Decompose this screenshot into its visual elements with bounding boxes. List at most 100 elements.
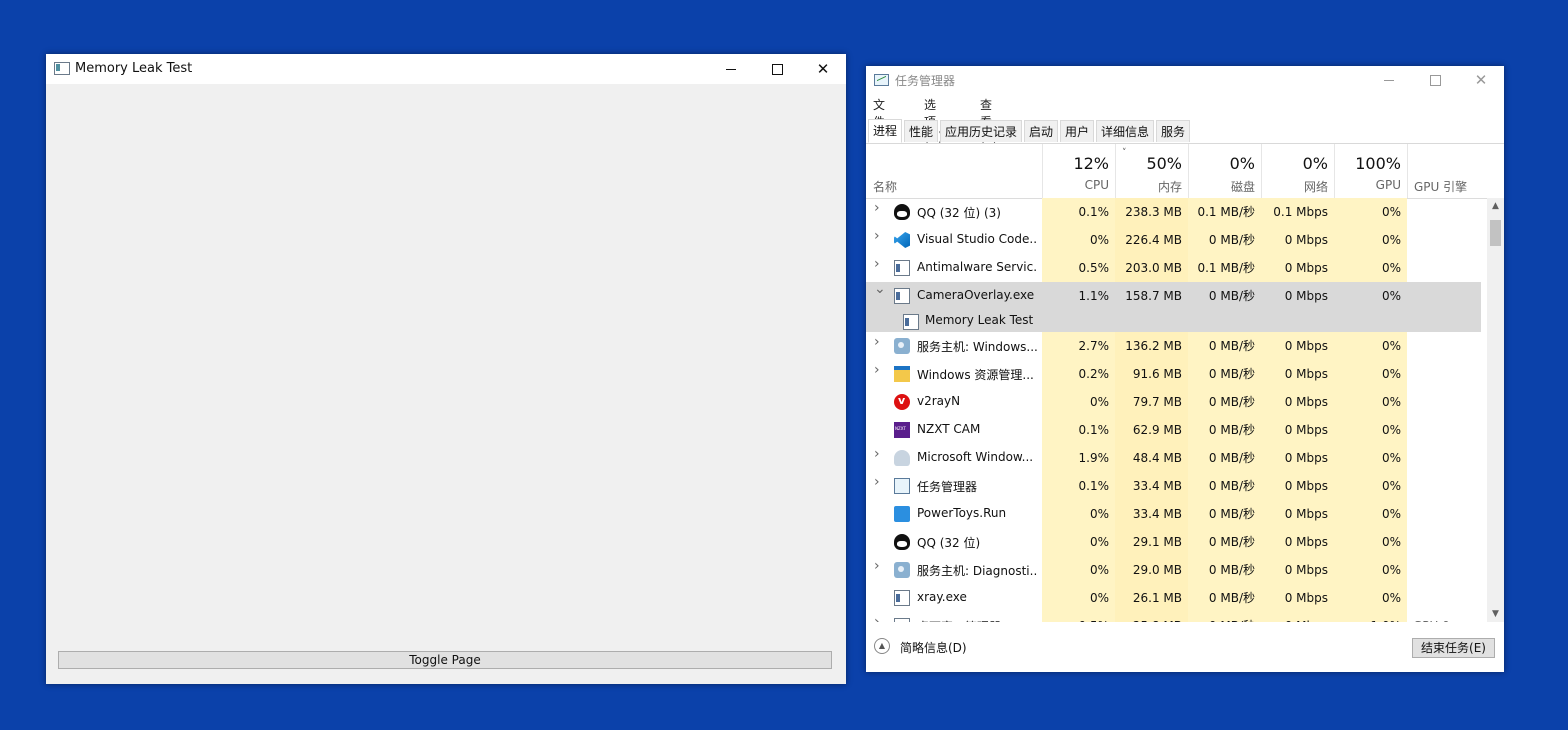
vertical-scrollbar[interactable]: ▲ ▼	[1487, 198, 1504, 622]
cell-disk: 0 MB/秒	[1188, 332, 1261, 360]
chevron-right-icon[interactable]: ›	[874, 257, 880, 271]
cell-disk: 0 MB/秒	[1188, 444, 1261, 472]
chevron-right-icon[interactable]: ›	[874, 229, 880, 243]
cell-mem: 136.2 MB	[1115, 332, 1188, 360]
tab-users[interactable]: 用户	[1060, 120, 1095, 142]
window-icon	[894, 618, 910, 622]
powertoys-icon	[894, 506, 910, 522]
process-row[interactable]: › QQ (32 位) (3) 0.1% 238.3 MB 0.1 MB/秒 0.1 Mb…	[866, 198, 1481, 226]
process-row[interactable]: ⌄ CameraOverlay.exe 1.1% 158.7 MB 0 MB/秒 0 Mb…	[866, 282, 1481, 310]
chevron-right-icon[interactable]: ›	[874, 615, 880, 622]
tab-services[interactable]: 服务	[1156, 120, 1191, 142]
chevron-right-icon[interactable]: ›	[874, 475, 880, 489]
disk-total: 0%	[1229, 154, 1255, 173]
process-row[interactable]: › Visual Studio Code... 0% 226.4 MB 0 MB/秒 0 …	[866, 226, 1481, 254]
v2ray-icon	[894, 394, 910, 410]
process-row[interactable]: xray.exe 0% 26.1 MB 0 MB/秒 0 Mbps 0%	[866, 584, 1481, 612]
cell-gpu: 0%	[1334, 388, 1407, 416]
scroll-down-icon[interactable]: ▼	[1487, 606, 1504, 622]
process-row[interactable]: › Microsoft Window... 1.9% 48.4 MB 0 MB/秒 0 M…	[866, 444, 1481, 472]
cell-gpu-engine	[1407, 226, 1481, 254]
process-row[interactable]: PowerToys.Run 0% 33.4 MB 0 MB/秒 0 Mbps 0%	[866, 500, 1481, 528]
toggle-page-button[interactable]: Toggle Page	[58, 651, 832, 669]
chevron-right-icon[interactable]: ›	[874, 363, 880, 377]
maximize-button[interactable]	[1412, 66, 1458, 94]
process-row[interactable]: NZXT CAM 0.1%62.9 MB0 MB/秒0 Mbps0%	[866, 416, 1481, 444]
close-icon: ✕	[1474, 70, 1488, 89]
process-row[interactable]: › Windows 资源管理... 0.2% 91.6 MB 0 MB/秒 0 Mbps 0…	[866, 360, 1481, 388]
scroll-thumb[interactable]	[1490, 220, 1501, 246]
chevron-right-icon[interactable]: ›	[874, 201, 880, 215]
network-total: 0%	[1302, 154, 1328, 173]
minimize-button[interactable]	[708, 54, 754, 84]
cell-disk: 0 MB/秒	[1188, 388, 1261, 416]
title-bar[interactable]: 任务管理器 ✕	[866, 66, 1504, 94]
process-row[interactable]: › 服务主机: Diagnosti... 0% 29.0 MB 0 MB/秒 0 Mbps…	[866, 556, 1481, 584]
cell-gpu-engine	[1407, 500, 1481, 528]
column-name[interactable]: 名称	[873, 178, 897, 195]
cell-mem: 29.0 MB	[1115, 556, 1188, 584]
cell-cpu: 0.5%	[1042, 612, 1115, 622]
column-header: 名称 12% CPU ˅ 50% 内存 0% 磁盘 0% 网络 100% GPU…	[866, 144, 1504, 199]
tab-processes[interactable]: 进程	[868, 119, 903, 143]
column-network[interactable]: 0% 网络	[1261, 144, 1334, 198]
column-gpu[interactable]: 100% GPU	[1334, 144, 1407, 198]
minimize-icon	[1384, 79, 1394, 81]
process-name: 桌面窗口管理器	[917, 618, 1037, 622]
window-title: 任务管理器	[895, 74, 956, 88]
window-icon	[894, 260, 910, 276]
column-memory[interactable]: ˅ 50% 内存	[1115, 144, 1188, 198]
process-row[interactable]: v2rayN0%79.7 MB0 MB/秒0 Mbps0%	[866, 388, 1481, 416]
process-row[interactable]: QQ (32 位) 0% 29.1 MB 0 MB/秒 0 Mbps 0%	[866, 528, 1481, 556]
process-row[interactable]: › 服务主机: Windows... 2.7% 136.2 MB 0 MB/秒 0 Mbp…	[866, 332, 1481, 360]
chevron-right-icon[interactable]: ›	[874, 559, 880, 573]
process-row[interactable]: › Antimalware Servic... 0.5% 203.0 MB 0.1 MB…	[866, 254, 1481, 282]
minimize-icon	[726, 68, 736, 70]
process-name: Microsoft Window...	[917, 450, 1034, 464]
tab-performance[interactable]: 性能	[904, 120, 939, 142]
cell-mem: 26.1 MB	[1115, 584, 1188, 612]
chevron-right-icon[interactable]: ›	[874, 447, 880, 461]
tab-details[interactable]: 详细信息	[1096, 120, 1155, 142]
gear-icon	[894, 562, 910, 578]
cell-cpu: 0%	[1042, 226, 1115, 254]
cell-disk: 0 MB/秒	[1188, 612, 1261, 622]
cell-cpu: 0.1%	[1042, 472, 1115, 500]
column-cpu[interactable]: 12% CPU	[1042, 144, 1115, 198]
title-bar[interactable]: Memory Leak Test ✕	[46, 54, 846, 84]
process-name: xray.exe	[917, 590, 967, 604]
chevron-right-icon[interactable]: ›	[874, 335, 880, 349]
close-button[interactable]: ✕	[1458, 66, 1504, 94]
minimize-button[interactable]	[1366, 66, 1412, 94]
cell-cpu: 0%	[1042, 528, 1115, 556]
column-gpu-engine[interactable]: GPU 引擎	[1407, 144, 1481, 198]
chevron-up-icon[interactable]: ▲	[874, 638, 890, 654]
tab-startup[interactable]: 启动	[1024, 120, 1059, 142]
end-task-button[interactable]: 结束任务(E)	[1412, 638, 1495, 658]
nzxt-icon	[894, 422, 910, 438]
cell-gpu-engine	[1407, 254, 1481, 282]
cell-gpu-engine: GPU 0	[1407, 612, 1481, 622]
process-row[interactable]: › 任务管理器 0.1% 33.4 MB 0 MB/秒 0 Mbps 0%	[866, 472, 1481, 500]
qq-icon	[894, 204, 910, 220]
cell-cpu: 1.1%	[1078, 289, 1110, 303]
child-process-row[interactable]: Memory Leak Test	[866, 310, 1481, 332]
cell-disk: 0 MB/秒	[1188, 500, 1261, 528]
tab-app-history[interactable]: 应用历史记录	[940, 120, 1023, 142]
column-disk[interactable]: 0% 磁盘	[1188, 144, 1261, 198]
process-name: 任务管理器	[917, 480, 978, 494]
cell-mem: 79.7 MB	[1115, 388, 1188, 416]
qq-icon	[894, 534, 910, 550]
maximize-icon	[771, 63, 783, 75]
chevron-down-icon[interactable]: ⌄	[874, 282, 886, 296]
cell-gpu-engine	[1407, 332, 1481, 360]
close-button[interactable]: ✕	[800, 54, 846, 84]
cell-net: 0 Mbps	[1261, 584, 1334, 612]
fewer-details-link[interactable]: 简略信息(D)	[900, 639, 967, 656]
maximize-button[interactable]	[754, 54, 800, 84]
scroll-up-icon[interactable]: ▲	[1487, 198, 1504, 214]
cell-gpu: 0%	[1334, 500, 1407, 528]
cell-cpu: 1.9%	[1042, 444, 1115, 472]
process-row[interactable]: › 桌面窗口管理器 0.5%25.8 MB0 MB/秒0 Mbps1.0%GPU 0	[866, 612, 1481, 622]
memory-leak-test-window: Memory Leak Test ✕ Toggle Page	[46, 54, 846, 684]
